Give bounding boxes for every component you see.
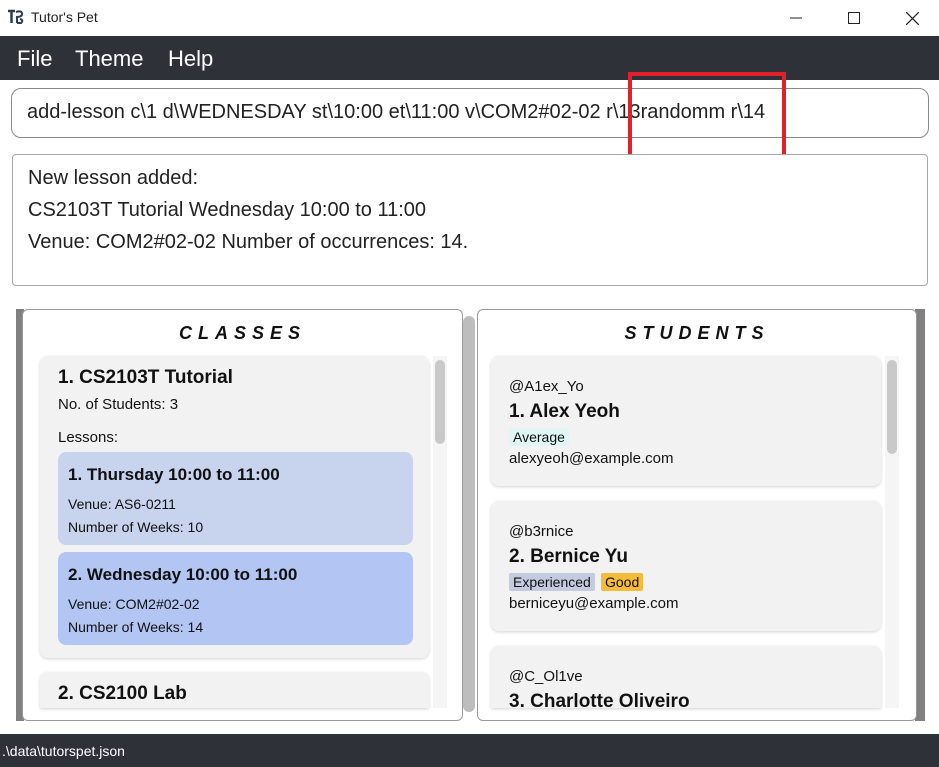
student-tag: Experienced	[509, 573, 595, 591]
students-scrollbar[interactable]	[885, 356, 899, 708]
student-tag: Good	[601, 573, 644, 591]
student-name: 2. Bernice Yu	[509, 546, 628, 567]
maximize-button[interactable]	[825, 0, 883, 36]
lesson-venue: Venue: COM2#02-02	[68, 596, 200, 612]
menu-help[interactable]: Help	[168, 46, 213, 72]
result-line: CS2103T Tutorial Wednesday 10:00 to 11:0…	[28, 199, 427, 221]
close-button[interactable]	[883, 0, 939, 36]
maximize-icon	[848, 12, 860, 24]
classes-scrollbar-thumb[interactable]	[435, 360, 445, 444]
result-display: New lesson added: CS2103T Tutorial Wedne…	[12, 154, 928, 286]
window-title: Tutor's Pet	[31, 9, 98, 25]
menu-bar: File Theme Help	[0, 36, 939, 80]
lesson-weeks: Number of Weeks: 14	[68, 619, 204, 635]
menu-theme[interactable]: Theme	[75, 46, 143, 72]
command-input[interactable]: add-lesson c\1 d\WEDNESDAY st\10:00 et\1…	[11, 88, 929, 138]
status-bar: .\data\tutorspet.json	[0, 734, 939, 767]
panel-divider[interactable]	[463, 316, 475, 712]
lesson-venue: Venue: AS6-0211	[68, 496, 176, 512]
class-title: 2. CS2100 Lab	[58, 683, 187, 704]
classes-heading: CLASSES	[178, 323, 307, 343]
lesson-weeks: Number of Weeks: 10	[68, 519, 204, 535]
result-line: New lesson added:	[28, 167, 199, 189]
student-email: alexyeoh@example.com	[509, 450, 674, 467]
window-titlebar: Tutor's Pet	[0, 0, 939, 36]
minimize-button[interactable]	[767, 0, 825, 36]
student-handle: @C_Ol1ve	[509, 668, 583, 685]
lesson-title: 1. Thursday 10:00 to 11:00	[68, 465, 280, 484]
app-logo-icon	[8, 9, 24, 24]
lessons-label: Lessons:	[58, 429, 119, 446]
students-heading: STUDENTS	[624, 323, 770, 343]
student-email: berniceyu@example.com	[509, 595, 679, 612]
class-student-count: No. of Students: 3	[58, 396, 179, 413]
minimize-icon	[790, 17, 802, 19]
student-handle: @A1ex_Yo	[509, 378, 584, 395]
student-handle: @b3rnice	[509, 523, 574, 540]
menu-file[interactable]: File	[17, 46, 52, 72]
classes-scrollbar[interactable]	[433, 356, 447, 708]
class-title: 1. CS2103T Tutorial	[58, 367, 233, 388]
error-highlight-box	[628, 72, 786, 166]
close-icon	[905, 11, 919, 25]
data-file-path: .\data\tutorspet.json	[2, 743, 125, 759]
student-name: 3. Charlotte Oliveiro	[509, 691, 690, 712]
student-tag: Average	[509, 428, 569, 446]
lesson-title: 2. Wednesday 10:00 to 11:00	[68, 565, 298, 584]
students-scrollbar-thumb[interactable]	[887, 360, 897, 454]
result-line: Venue: COM2#02-02 Number of occurrences:…	[28, 231, 469, 253]
student-name: 1. Alex Yeoh	[509, 401, 620, 422]
